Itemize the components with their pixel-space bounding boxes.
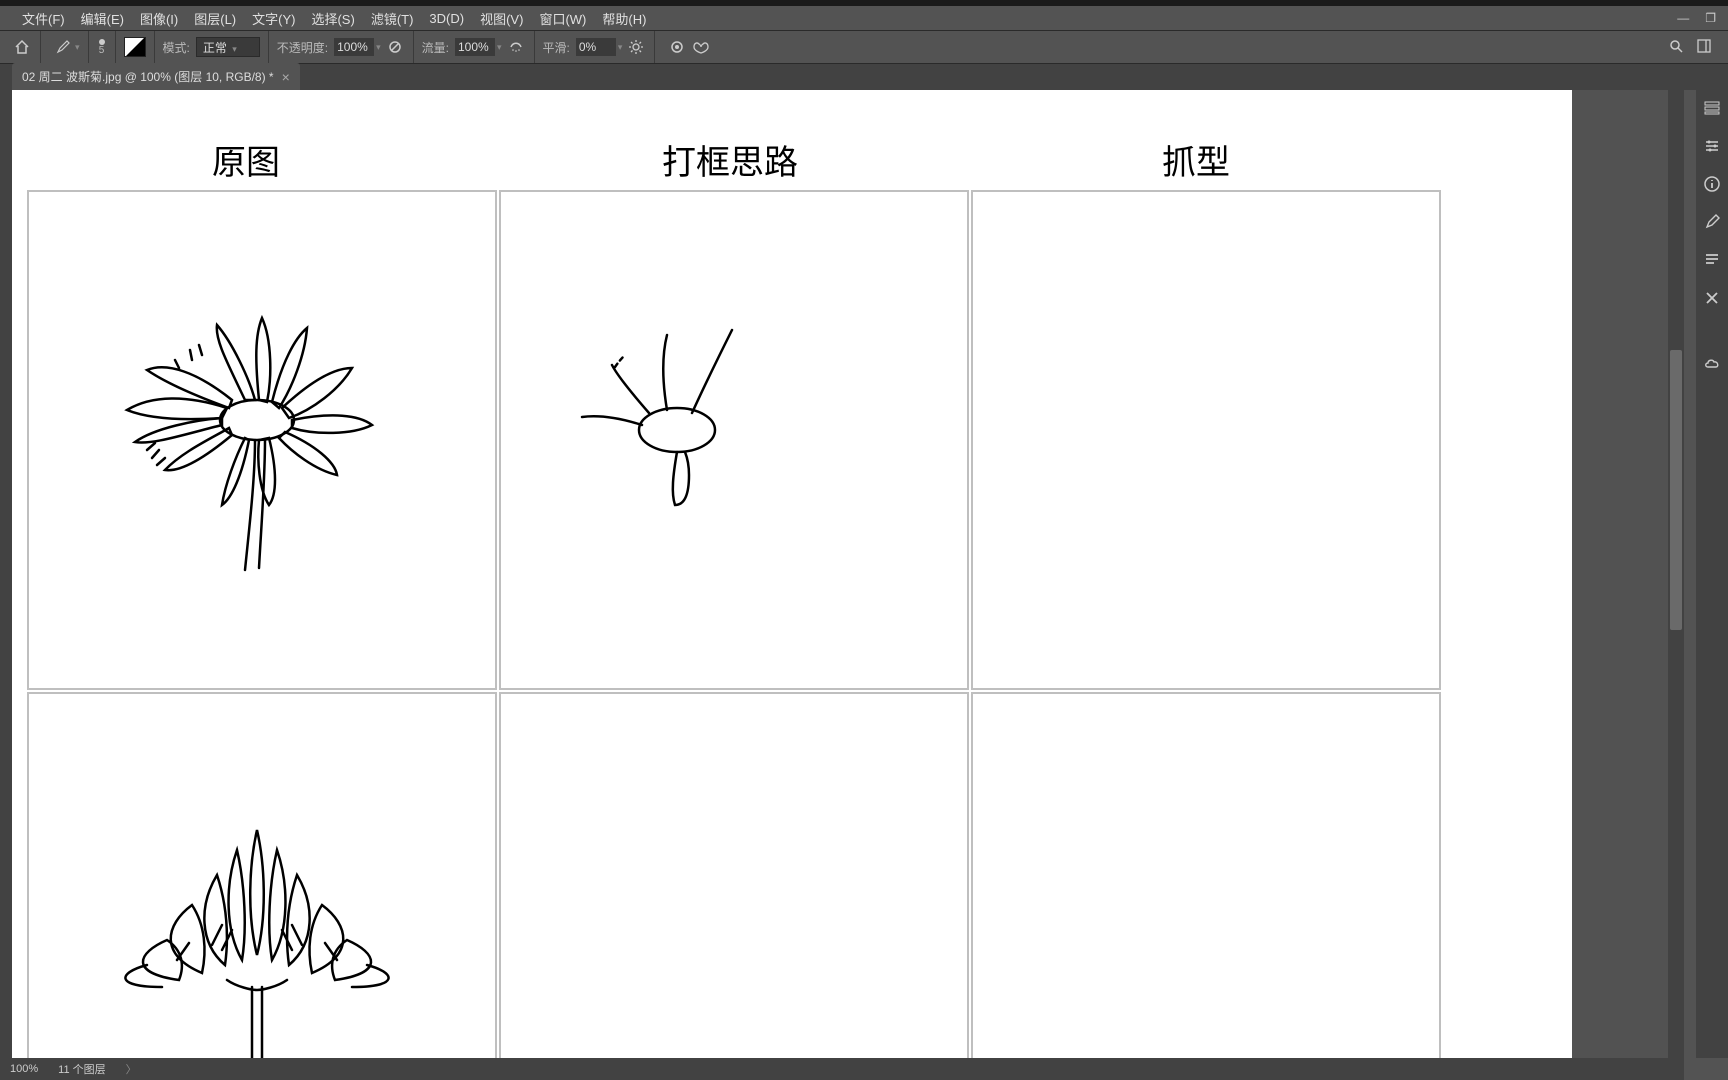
left-toolbar-edge (0, 90, 12, 1058)
drawing-daisy-sketch (567, 325, 767, 525)
status-info: 11 个图层 (58, 1061, 105, 1077)
window-controls: — ❐ (1671, 9, 1728, 27)
brush-size-value: 5 (99, 45, 105, 56)
menu-view[interactable]: 视图(V) (472, 6, 531, 31)
column-header-2: 打框思路 (662, 135, 798, 184)
column-header-1: 原图 (212, 135, 280, 184)
document-tab[interactable]: 02 周二 波斯菊.jpg @ 100% (图层 10, RGB/8) * × (12, 63, 300, 90)
right-panel-strip (1696, 90, 1728, 1058)
gear-icon[interactable] (626, 37, 646, 57)
menu-filter[interactable]: 滤镜(T) (363, 6, 422, 31)
chevron-down-icon[interactable]: ▾ (75, 42, 80, 53)
home-icon[interactable] (12, 37, 32, 57)
optionsbar: ▾ 5 模式: 正常 ▾ 不透明度: ▾ 流量: ▾ 平滑: ▾ (0, 30, 1728, 64)
zoom-level[interactable]: 100% (10, 1063, 38, 1075)
statusbar: 100% 11 个图层 〉 (0, 1058, 1684, 1080)
grid-cell (499, 692, 969, 1058)
maximize-icon[interactable]: ❐ (1699, 9, 1722, 27)
minimize-icon[interactable]: — (1671, 9, 1695, 27)
drawing-lotus (107, 815, 407, 1058)
close-icon[interactable]: × (282, 69, 290, 85)
chevron-down-icon[interactable]: ▾ (618, 42, 623, 53)
mode-label: 模式: (163, 39, 190, 56)
cloud-icon[interactable] (1702, 354, 1722, 374)
airbrush-icon[interactable] (506, 37, 526, 57)
tools-panel-icon[interactable] (1702, 288, 1722, 308)
menu-layer[interactable]: 图层(L) (186, 6, 244, 31)
grid-cell (971, 190, 1441, 690)
flow-label: 流量: (422, 39, 449, 56)
brush-tool-icon[interactable] (53, 37, 73, 57)
menu-window[interactable]: 窗口(W) (531, 6, 594, 31)
pressure-size-icon[interactable] (667, 37, 687, 57)
chevron-down-icon[interactable]: ▾ (376, 42, 381, 53)
smoothing-input[interactable] (576, 38, 616, 56)
symmetry-icon[interactable] (691, 37, 711, 57)
menu-select[interactable]: 选择(S) (303, 6, 362, 31)
brush-settings-icon[interactable] (1702, 212, 1722, 232)
menu-type[interactable]: 文字(Y) (244, 6, 303, 31)
vertical-scrollbar[interactable] (1668, 90, 1684, 1058)
column-header-3: 抓型 (1162, 135, 1230, 184)
flow-input[interactable] (455, 38, 495, 56)
canvas[interactable]: 原图 打框思路 抓型 (12, 90, 1572, 1058)
grid-cell (971, 692, 1441, 1058)
scrollbar-thumb[interactable] (1670, 350, 1682, 630)
search-icon[interactable] (1668, 38, 1684, 57)
chevron-down-icon[interactable]: ▾ (497, 42, 502, 53)
status-arrow-icon[interactable]: 〉 (126, 1061, 137, 1077)
pressure-opacity-icon[interactable] (385, 37, 405, 57)
info-icon[interactable] (1702, 174, 1722, 194)
mode-select[interactable]: 正常 ▾ (196, 37, 260, 57)
brush-panel-icon[interactable] (124, 37, 146, 57)
menu-3d[interactable]: 3D(D) (421, 8, 472, 29)
history-panel-icon[interactable] (1702, 98, 1722, 118)
workspace-icon[interactable] (1696, 38, 1712, 57)
properties-panel-icon[interactable] (1702, 136, 1722, 156)
tabbar: 02 周二 波斯菊.jpg @ 100% (图层 10, RGB/8) * × (0, 64, 1728, 90)
opacity-label: 不透明度: (277, 39, 328, 56)
menu-image[interactable]: 图像(I) (132, 6, 186, 31)
smoothing-label: 平滑: (543, 39, 570, 56)
menu-edit[interactable]: 编辑(E) (73, 6, 132, 31)
canvas-pasteboard (1572, 90, 1668, 1058)
menu-help[interactable]: 帮助(H) (594, 6, 654, 31)
menubar: 文件(F) 编辑(E) 图像(I) 图层(L) 文字(Y) 选择(S) 滤镜(T… (0, 6, 1728, 30)
paragraph-panel-icon[interactable] (1702, 250, 1722, 270)
drawing-daisy-full (97, 300, 387, 580)
canvas-viewport[interactable]: 原图 打框思路 抓型 (12, 90, 1668, 1058)
menu-file[interactable]: 文件(F) (14, 6, 73, 31)
tab-title: 02 周二 波斯菊.jpg @ 100% (图层 10, RGB/8) * (22, 68, 274, 85)
opacity-input[interactable] (334, 38, 374, 56)
main-area: 原图 打框思路 抓型 (12, 90, 1684, 1058)
